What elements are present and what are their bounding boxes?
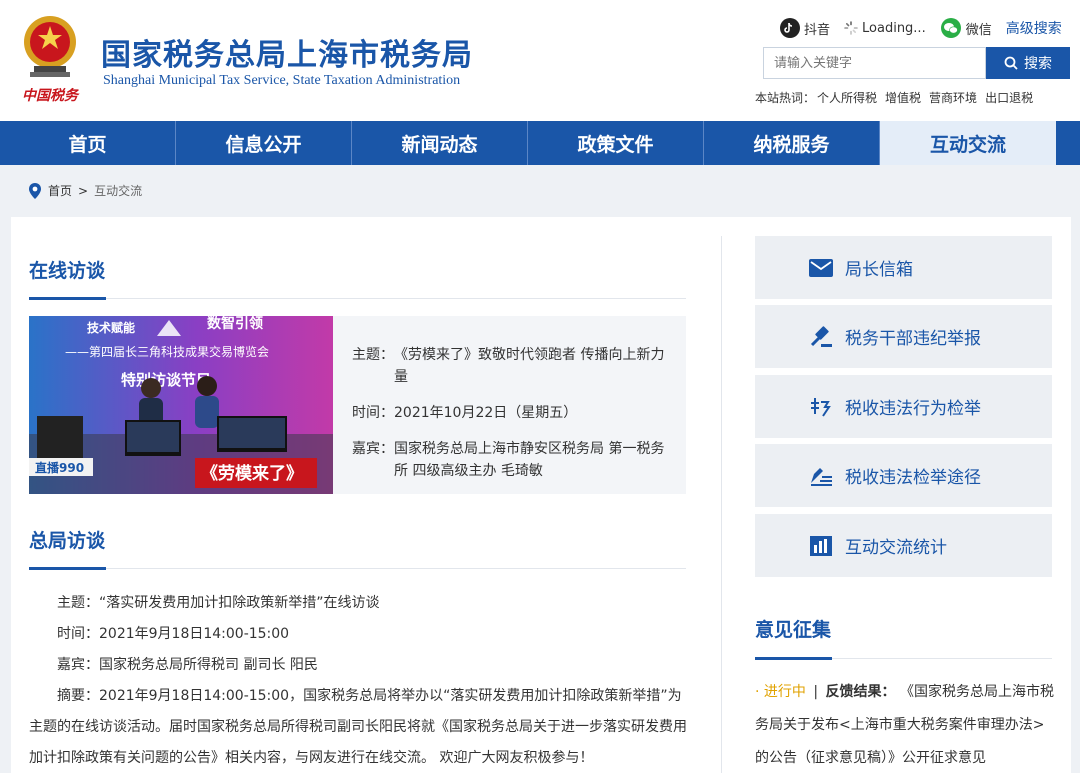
report-channels-button[interactable]: 税收违法检举途径: [755, 444, 1052, 507]
hq-time: 时间：2021年9月18日14:00-15:00: [57, 626, 290, 642]
opinion-result-label: 反馈结果：: [825, 684, 896, 700]
advanced-search-link[interactable]: 高级搜索: [1006, 18, 1062, 38]
hq-interview-title[interactable]: 总局访谈: [29, 526, 105, 553]
photo-banner-2: 数智引领: [207, 316, 263, 332]
opinion-underline: [755, 657, 1052, 660]
interaction-stats-button[interactable]: 互动交流统计: [755, 514, 1052, 577]
douyin-label: 抖音: [804, 22, 831, 38]
hq-guest: 嘉宾：国家税务总局所得税司 副司长 阳民: [57, 657, 318, 673]
site-subtitle: Shanghai Municipal Tax Service, State Ta…: [103, 73, 461, 88]
mail-icon: [809, 258, 833, 277]
interview-guest-row: 嘉宾： 国家税务总局上海市静安区税务局 第一税务所 四级高级主办 毛琦敏: [352, 438, 672, 482]
interview-topic[interactable]: 《劳模来了》致敬时代领跑者 传播向上新力量: [394, 344, 672, 388]
opinion-text-2: 务局关于发布<上海市重大税务案件审理办法>: [755, 717, 1045, 733]
douyin-link[interactable]: 抖音: [780, 18, 830, 38]
breadcrumb: 首页 > 互动交流: [28, 182, 142, 199]
hot-word[interactable]: 个人所得税: [817, 89, 877, 106]
tax-violation-report-label: 税收违法行为检举: [845, 399, 981, 419]
report-channels-label: 税收违法检举途径: [845, 468, 981, 488]
wechat-link[interactable]: 微信: [940, 18, 992, 38]
photo-program-text: 《劳模来了》: [201, 463, 303, 484]
bullet-dot: ·: [755, 684, 760, 700]
interview-info: 主题： 《劳模来了》致敬时代领跑者 传播向上新力量 时间： 2021年10月22…: [352, 344, 672, 493]
search-icon: [1004, 56, 1018, 70]
hot-words: 本站热词： 个人所得税 增值税 营商环境 出口退税: [755, 89, 1033, 106]
spinner-icon: [844, 21, 858, 35]
column-divider: [721, 236, 722, 773]
hot-words-label: 本站热词：: [755, 91, 816, 105]
photo-banner-1: 技术赋能: [87, 320, 135, 335]
director-mailbox-label: 局长信箱: [845, 260, 913, 280]
bar-chart-icon: [810, 535, 832, 556]
cadre-report-label: 税务干部违纪举报: [845, 329, 981, 349]
loading-label: Loading...: [862, 20, 926, 36]
breadcrumb-home[interactable]: 首页: [48, 182, 72, 199]
site-title[interactable]: 国家税务总局上海市税务局: [101, 30, 473, 74]
nav-tax-service[interactable]: 纳税服务: [704, 121, 880, 165]
opinion-text-3: 的公告（征求意见稿）》公开征求意见: [755, 750, 986, 766]
photo-station-text: 直播990: [35, 460, 84, 475]
hq-summary-line-3: 加计扣除政策有关问题的公告》相关内容，与网友进行在线交流。 欢迎广大网友积极参与…: [29, 750, 594, 766]
nav-news[interactable]: 新闻动态: [352, 121, 528, 165]
opinion-line-1: · 进行中 | 反馈结果： 《国家税务总局上海市税: [755, 676, 1055, 709]
interview-guest: 国家税务总局上海市静安区税务局 第一税务所 四级高级主办 毛琦敏: [394, 441, 665, 479]
tax-violation-report-button[interactable]: 税收违法行为检举: [755, 375, 1052, 438]
opinion-title[interactable]: 意见征集: [755, 615, 831, 642]
report-icon: [811, 397, 831, 417]
hot-word[interactable]: 出口退税: [985, 89, 1033, 106]
cadre-report-button[interactable]: 税务干部违纪举报: [755, 305, 1052, 368]
location-pin-icon: [29, 182, 41, 199]
opinion-item[interactable]: · 进行中 | 反馈结果： 《国家税务总局上海市税 务局关于发布<上海市重大税务…: [755, 676, 1055, 773]
nav-policy[interactable]: 政策文件: [528, 121, 704, 165]
nav-info-disclosure[interactable]: 信息公开: [176, 121, 352, 165]
breadcrumb-separator: >: [78, 183, 89, 198]
search-button[interactable]: 搜索: [986, 47, 1070, 79]
nav-home[interactable]: 首页: [0, 121, 176, 165]
search-input[interactable]: [763, 47, 986, 79]
hot-word[interactable]: 增值税: [885, 89, 921, 106]
breadcrumb-current: 互动交流: [94, 184, 143, 198]
interview-topic-row: 主题： 《劳模来了》致敬时代领跑者 传播向上新力量: [352, 344, 672, 388]
time-label: 时间：: [352, 405, 394, 421]
director-mailbox-button[interactable]: 局长信箱: [755, 236, 1052, 299]
online-interview-card[interactable]: 技术赋能 数智引领 ——第四届长三角科技成果交易博览会 特别访谈节目 直播990…: [29, 316, 686, 494]
nav-interaction[interactable]: 互动交流: [880, 121, 1056, 165]
search-button-label: 搜索: [1024, 56, 1052, 72]
hq-summary-line-2: 主题的在线访谈活动。届时国家税务总局所得税司副司长阳民将就《国家税务总局关于进一…: [29, 719, 687, 735]
opinion-text-1: 《国家税务总局上海市税: [899, 684, 1054, 700]
online-interview-underline: [29, 297, 686, 300]
interview-photo[interactable]: 技术赋能 数智引领 ——第四届长三角科技成果交易博览会 特别访谈节目 直播990…: [29, 316, 333, 494]
interview-time: 2021年10月22日（星期五）: [394, 405, 578, 421]
wechat-icon: [940, 18, 961, 38]
guest-label: 嘉宾：: [352, 441, 394, 457]
hq-summary-line-1: 摘要：2021年9月18日14:00-15:00，国家税务总局将举办以“落实研发…: [57, 688, 682, 704]
photo-event-text: ——第四届长三角科技成果交易博览会: [65, 344, 269, 359]
gavel-icon: [810, 325, 832, 347]
tax-emblem-icon[interactable]: 中国税务: [14, 12, 86, 107]
loading-link[interactable]: Loading...: [844, 21, 926, 36]
interview-photo-image: 技术赋能 数智引领 ——第四届长三角科技成果交易博览会 特别访谈节目 直播990…: [29, 316, 333, 494]
online-interview-title[interactable]: 在线访谈: [29, 256, 105, 283]
pen-list-icon: [811, 467, 832, 486]
main-nav: 首页 信息公开 新闻动态 政策文件 纳税服务 互动交流: [0, 121, 1080, 165]
opinion-status: 进行中: [763, 684, 806, 700]
site-header: 中国税务 国家税务总局上海市税务局 Shanghai Municipal Tax…: [0, 0, 1080, 121]
opinion-separator: |: [813, 684, 819, 700]
hq-topic[interactable]: 主题：“落实研发费用加计扣除政策新举措”在线访谈: [57, 592, 380, 614]
interview-time-row: 时间： 2021年10月22日（星期五）: [352, 402, 672, 424]
wechat-label: 微信: [965, 22, 992, 38]
douyin-icon: [780, 18, 800, 38]
topic-label: 主题：: [352, 347, 394, 363]
top-links: 抖音 Loading... 微信 高级搜索: [780, 16, 1062, 40]
hq-interview-underline: [29, 567, 686, 570]
emblem-text: 中国税务: [22, 87, 80, 104]
interaction-stats-label: 互动交流统计: [845, 538, 947, 558]
hot-word[interactable]: 营商环境: [929, 89, 977, 106]
